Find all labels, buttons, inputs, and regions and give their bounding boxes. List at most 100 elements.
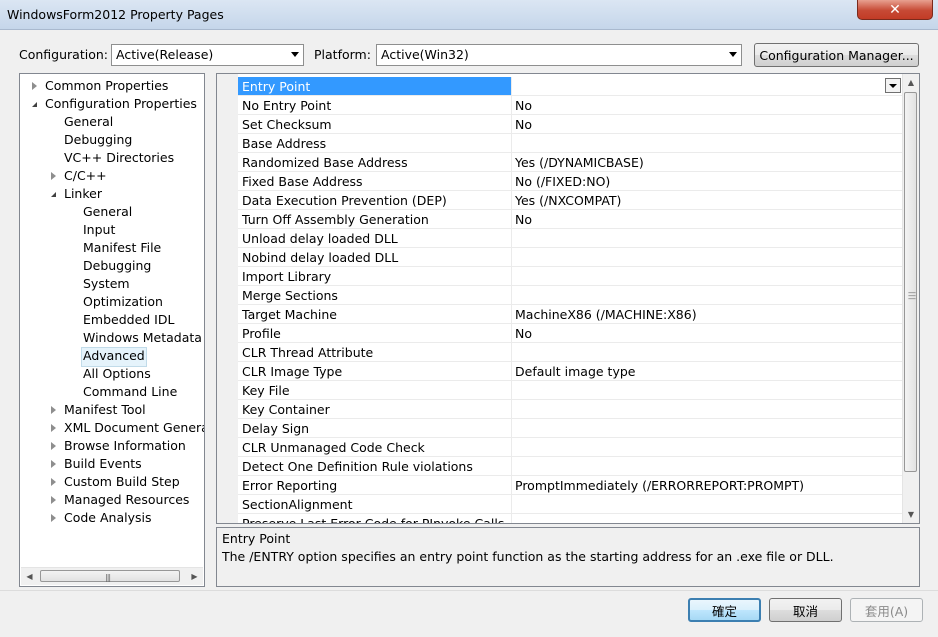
close-button[interactable]: ✕ bbox=[857, 0, 933, 20]
property-row[interactable]: Fixed Base Address No (/FIXED:NO) bbox=[238, 172, 903, 191]
tree-item[interactable]: Advanced bbox=[81, 347, 147, 367]
property-row[interactable]: SectionAlignment bbox=[238, 495, 903, 514]
tree-item[interactable]: System bbox=[83, 275, 130, 293]
close-icon: ✕ bbox=[889, 1, 901, 18]
column-separator bbox=[511, 419, 512, 438]
property-row[interactable]: Key File bbox=[238, 381, 903, 400]
property-value[interactable]: No bbox=[515, 117, 532, 132]
scroll-thumb[interactable]: ||| bbox=[40, 570, 180, 582]
property-row[interactable]: Set Checksum No bbox=[238, 115, 903, 134]
property-row[interactable]: Data Execution Prevention (DEP) Yes (/NXC… bbox=[238, 191, 903, 210]
collapsed-arrow-icon[interactable] bbox=[51, 172, 56, 180]
property-row[interactable]: Nobind delay loaded DLL bbox=[238, 248, 903, 267]
property-value[interactable]: Default image type bbox=[515, 364, 635, 379]
tree-item[interactable]: Managed Resources bbox=[64, 491, 189, 509]
divider bbox=[0, 590, 938, 591]
property-name: Error Reporting bbox=[242, 478, 338, 493]
collapsed-arrow-icon[interactable] bbox=[51, 406, 56, 414]
property-row[interactable]: Error Reporting PromptImmediately (/ERROR… bbox=[238, 476, 903, 495]
property-row[interactable]: Merge Sections bbox=[238, 286, 903, 305]
collapsed-arrow-icon[interactable] bbox=[51, 496, 56, 504]
property-value[interactable]: No bbox=[515, 98, 532, 113]
platform-select[interactable]: Active(Win32) bbox=[376, 44, 742, 66]
property-row[interactable]: Randomized Base Address Yes (/DYNAMICBASE… bbox=[238, 153, 903, 172]
property-name: Import Library bbox=[242, 269, 332, 284]
tree-item[interactable]: VC++ Directories bbox=[64, 149, 174, 167]
tree-item[interactable]: Build Events bbox=[64, 455, 142, 473]
property-grid[interactable]: Entry Point No Entry Point No Set Checksum N… bbox=[216, 73, 920, 524]
tree-horizontal-scrollbar[interactable]: ◀ ||| ▶ bbox=[21, 567, 203, 585]
column-separator bbox=[511, 381, 512, 400]
property-value[interactable]: PromptImmediately (/ERRORREPORT:PROMPT) bbox=[515, 478, 804, 493]
window-title: WindowsForm2012 Property Pages bbox=[7, 7, 224, 22]
tree-item[interactable]: Input bbox=[83, 221, 115, 239]
scroll-left-icon[interactable]: ◀ bbox=[21, 568, 38, 585]
property-row[interactable]: CLR Thread Attribute bbox=[238, 343, 903, 362]
tree-item[interactable]: All Options bbox=[83, 365, 151, 383]
cancel-button[interactable]: 取消 bbox=[769, 598, 842, 622]
property-row[interactable]: Turn Off Assembly Generation No bbox=[238, 210, 903, 229]
tree-item[interactable]: Manifest File bbox=[83, 239, 161, 257]
property-name: Key File bbox=[242, 383, 290, 398]
configuration-manager-button[interactable]: Configuration Manager... bbox=[754, 43, 919, 67]
tree-item[interactable]: Command Line bbox=[83, 383, 177, 401]
tree-item[interactable]: Manifest Tool bbox=[64, 401, 146, 419]
apply-button[interactable]: 套用(A) bbox=[850, 598, 923, 622]
property-value[interactable]: No (/FIXED:NO) bbox=[515, 174, 610, 189]
configuration-select[interactable]: Active(Release) bbox=[111, 44, 304, 66]
configuration-value: Active(Release) bbox=[116, 47, 214, 62]
collapsed-arrow-icon[interactable] bbox=[51, 460, 56, 468]
property-row[interactable]: Profile No bbox=[238, 324, 903, 343]
tree-item[interactable]: Embedded IDL bbox=[83, 311, 174, 329]
scroll-thumb[interactable]: — — — bbox=[904, 92, 917, 472]
tree-item[interactable]: Debugging bbox=[83, 257, 151, 275]
property-value[interactable]: No bbox=[515, 326, 532, 341]
tree-item[interactable]: C/C++ bbox=[64, 167, 107, 185]
property-row[interactable]: Preserve Last Error Code for PInvoke Cal… bbox=[238, 514, 903, 523]
scroll-up-icon[interactable]: ▲ bbox=[903, 74, 919, 91]
tree-item[interactable]: Linker bbox=[64, 185, 102, 203]
collapsed-arrow-icon[interactable] bbox=[51, 424, 56, 432]
collapsed-arrow-icon[interactable] bbox=[51, 514, 56, 522]
column-separator bbox=[511, 324, 512, 343]
property-row[interactable]: Entry Point bbox=[238, 77, 903, 96]
property-row[interactable]: Detect One Definition Rule violations bbox=[238, 457, 903, 476]
tree-item[interactable]: General bbox=[64, 113, 113, 131]
chevron-down-icon bbox=[291, 52, 299, 57]
property-row[interactable]: Key Container bbox=[238, 400, 903, 419]
tree-item[interactable]: Common Properties bbox=[45, 77, 168, 95]
property-row[interactable]: Delay Sign bbox=[238, 419, 903, 438]
tree-item[interactable]: Debugging bbox=[64, 131, 132, 149]
collapsed-arrow-icon[interactable] bbox=[51, 478, 56, 486]
tree-item[interactable]: Custom Build Step bbox=[64, 473, 180, 491]
property-row[interactable]: Unload delay loaded DLL bbox=[238, 229, 903, 248]
property-value[interactable]: No bbox=[515, 212, 532, 227]
property-row[interactable]: No Entry Point No bbox=[238, 96, 903, 115]
property-row[interactable]: CLR Unmanaged Code Check bbox=[238, 438, 903, 457]
tree-item[interactable]: General bbox=[83, 203, 132, 221]
property-value[interactable]: Yes (/NXCOMPAT) bbox=[515, 193, 621, 208]
collapsed-arrow-icon[interactable] bbox=[32, 82, 37, 90]
property-row[interactable]: Import Library bbox=[238, 267, 903, 286]
property-row[interactable]: Base Address bbox=[238, 134, 903, 153]
tree-item[interactable]: Windows Metadata bbox=[83, 329, 202, 347]
ok-button[interactable]: 確定 bbox=[688, 598, 761, 622]
expanded-arrow-icon[interactable] bbox=[32, 102, 37, 107]
property-value[interactable]: Yes (/DYNAMICBASE) bbox=[515, 155, 644, 170]
property-name: Set Checksum bbox=[242, 117, 332, 132]
expanded-arrow-icon[interactable] bbox=[51, 192, 56, 197]
property-tree[interactable]: Common Properties Configuration Propertie… bbox=[19, 73, 205, 587]
grid-vertical-scrollbar[interactable]: ▲ — — — ▼ bbox=[902, 74, 919, 523]
property-row[interactable]: Target Machine MachineX86 (/MACHINE:X86) bbox=[238, 305, 903, 324]
property-row[interactable]: CLR Image Type Default image type bbox=[238, 362, 903, 381]
tree-item[interactable]: Optimization bbox=[83, 293, 163, 311]
tree-item[interactable]: Browse Information bbox=[64, 437, 186, 455]
tree-item[interactable]: XML Document Generator bbox=[64, 419, 204, 437]
scroll-down-icon[interactable]: ▼ bbox=[903, 506, 919, 523]
tree-item[interactable]: Configuration Properties bbox=[45, 95, 197, 113]
property-value[interactable]: MachineX86 (/MACHINE:X86) bbox=[515, 307, 697, 322]
scroll-right-icon[interactable]: ▶ bbox=[186, 568, 203, 585]
value-dropdown-button[interactable] bbox=[885, 78, 901, 93]
tree-item[interactable]: Code Analysis bbox=[64, 509, 151, 527]
collapsed-arrow-icon[interactable] bbox=[51, 442, 56, 450]
